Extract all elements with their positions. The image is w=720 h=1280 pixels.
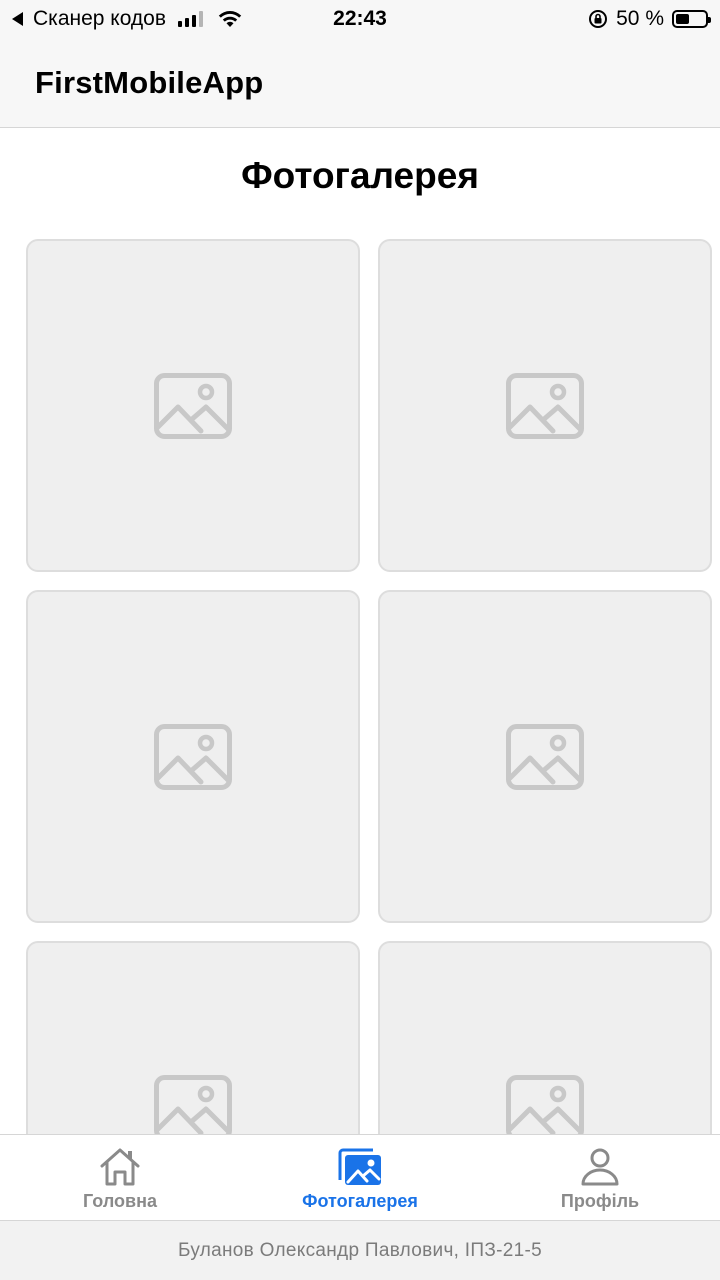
tab-bar: Головна Фотогалерея Профіль [0,1134,720,1220]
footer-text: Буланов Олександр Павлович, ІПЗ-21-5 [178,1239,542,1261]
tab-profile[interactable]: Профіль [480,1135,720,1220]
status-time: 22:43 [333,7,387,30]
wifi-icon [218,11,242,27]
image-placeholder-icon [154,1074,232,1141]
image-placeholder-icon [506,1074,584,1141]
tab-home-label: Головна [83,1191,157,1211]
app-title: FirstMobileApp [35,64,264,100]
profile-icon [581,1148,619,1186]
screen: Сканер кодов 22:43 50 % FirstMobileApp Ф… [0,0,720,1280]
home-icon [100,1148,140,1186]
image-placeholder-icon [506,723,584,790]
back-to-app[interactable]: Сканер кодов [12,7,272,31]
battery-percent: 50 % [616,7,664,30]
image-placeholder-icon [506,372,584,439]
back-arrow-icon [12,12,23,26]
status-bar: Сканер кодов 22:43 50 % [0,0,720,38]
back-app-label: Сканер кодов [33,7,167,30]
page-title: Фотогалерея [241,155,479,196]
photo-tile[interactable] [26,590,360,923]
image-placeholder-icon [154,372,232,439]
battery-icon [672,10,711,28]
tab-gallery-label: Фотогалерея [302,1191,418,1211]
status-right: 50 % [448,7,711,31]
cellular-signal-icon [178,11,204,27]
photo-tile[interactable] [378,590,712,923]
tab-profile-label: Профіль [560,1191,640,1211]
photo-tile[interactable] [378,239,712,572]
app-header: FirstMobileApp [0,38,720,128]
tab-home[interactable]: Головна [0,1135,240,1220]
photo-tile[interactable] [26,239,360,572]
orientation-lock-icon [589,10,608,28]
gallery-icon [338,1148,381,1185]
footer: Буланов Олександр Павлович, ІПЗ-21-5 [0,1220,720,1280]
photo-grid [26,239,712,1274]
tab-gallery[interactable]: Фотогалерея [240,1135,480,1220]
image-placeholder-icon [154,723,232,790]
